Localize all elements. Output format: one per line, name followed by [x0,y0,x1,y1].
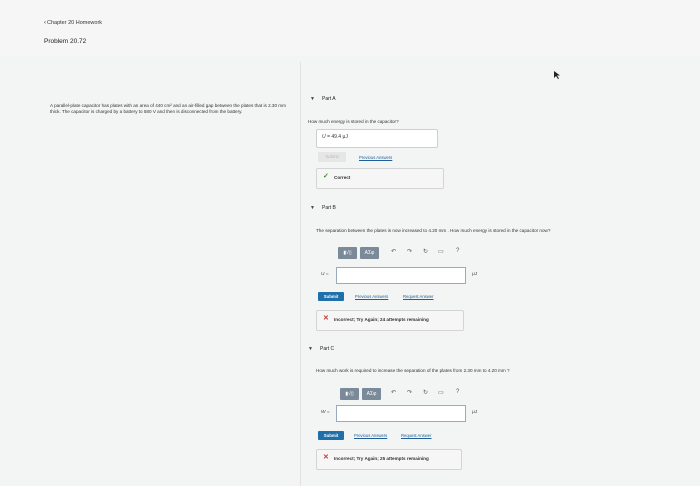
collapse-part-c-icon[interactable]: ▼ [308,346,313,352]
back-link-label: Chapter 20 Homework [47,20,103,26]
x-icon: ✕ [323,454,329,461]
templates-button[interactable]: ▮√▯ [338,247,357,259]
reset-icon[interactable]: ↻ [423,389,428,396]
part-b-feedback: ✕ Incorrect; Try Again; 24 attempts rema… [316,310,464,331]
check-icon: ✓ [323,173,329,180]
part-a-label[interactable]: Part A [322,96,336,102]
part-c-request-answer-link[interactable]: Request Answer [401,433,432,438]
part-b-submit-button[interactable]: Submit [318,292,344,301]
undo-icon[interactable]: ↶ [391,248,396,255]
part-c-unit: μJ [472,410,478,415]
templates-button[interactable]: ▮√▯ [340,388,359,400]
collapse-part-a-icon[interactable]: ▼ [310,96,315,102]
part-b-variable-label: U = [321,272,329,277]
redo-icon[interactable]: ↷ [407,389,412,396]
problem-statement: A parallel-plate capacitor has plates wi… [50,103,286,114]
column-divider [300,62,301,486]
mouse-cursor-icon [554,71,560,79]
undo-icon[interactable]: ↶ [391,389,396,396]
back-to-assignment-link[interactable]: ‹Chapter 20 Homework [44,20,102,26]
part-a-feedback: ✓ Correct [316,168,444,189]
part-b-question: The separation between the plates is now… [316,228,551,233]
collapse-part-b-icon[interactable]: ▼ [310,205,315,211]
x-icon: ✕ [323,315,329,322]
help-icon[interactable]: ? [456,389,459,395]
keyboard-icon[interactable]: ▭ [438,389,444,396]
part-b-answer-input[interactable] [336,267,466,284]
part-a-question: How much energy is stored in the capacit… [308,119,399,124]
page-header: ‹Chapter 20 Homework Problem 20.72 [0,0,700,56]
part-c-label[interactable]: Part C [320,346,334,352]
part-a-answer: U = 49.4 μJ [322,134,348,140]
part-a-answer-box: U = 49.4 μJ [316,129,438,148]
chevron-left-icon: ‹ [44,20,46,26]
part-c-submit-button[interactable]: Submit [318,431,344,440]
part-c-variable-label: W = [321,410,330,415]
part-b-request-answer-link[interactable]: Request Answer [403,294,434,299]
symbols-button[interactable]: AΣφ [360,247,379,259]
problem-title: Problem 20.72 [44,38,87,45]
redo-icon[interactable]: ↷ [407,248,412,255]
symbols-button[interactable]: AΣφ [362,388,381,400]
part-c-previous-answers-link[interactable]: Previous Answers [354,433,387,438]
part-a-submit-button-disabled: Submit [318,152,346,162]
keyboard-icon[interactable]: ▭ [438,248,444,255]
help-icon[interactable]: ? [456,248,459,254]
part-c-feedback: ✕ Incorrect; Try Again; 25 attempts rema… [316,449,462,470]
part-a-previous-answers-link[interactable]: Previous Answers [359,155,392,160]
part-b-label[interactable]: Part B [322,205,336,211]
part-b-previous-answers-link[interactable]: Previous Answers [355,294,388,299]
reset-icon[interactable]: ↻ [423,248,428,255]
part-c-answer-input[interactable] [336,405,466,422]
part-b-unit: μJ [472,272,478,277]
part-c-question: How much work is required to increase th… [316,368,510,373]
